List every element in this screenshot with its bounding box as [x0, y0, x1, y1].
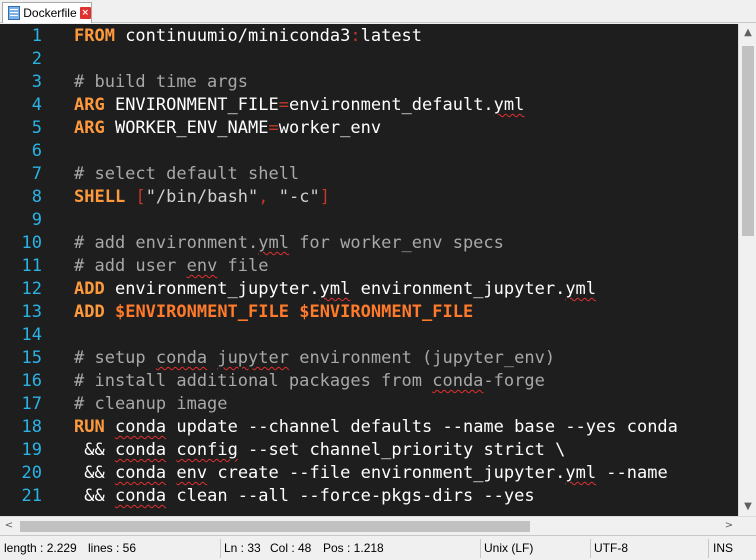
code-text[interactable]: ADD environment_jupyter.yml environment_…	[74, 278, 596, 301]
code-editor[interactable]: 1 FROM continuumio/miniconda3:latest 2 3 # b…	[0, 24, 738, 516]
status-lines: lines : 56	[88, 541, 137, 555]
line-number: 9	[31, 210, 42, 230]
status-insert-mode[interactable]: INS	[713, 536, 733, 560]
line-number: 18	[21, 417, 42, 437]
code-line[interactable]: 8 SHELL ["/bin/bash", "-c"]	[0, 186, 738, 209]
tab-bar: Dockerfile ×	[0, 0, 756, 23]
line-number: 21	[21, 486, 42, 506]
status-bar: length : 2.229 lines : 56 Ln : 33 Col : …	[0, 535, 756, 560]
code-line[interactable]: 2	[0, 48, 738, 71]
code-text[interactable]: # setup conda jupyter environment (jupyt…	[74, 347, 555, 370]
line-number: 5	[31, 118, 42, 138]
scroll-up-icon[interactable]: ▲	[739, 24, 756, 42]
scroll-left-icon[interactable]: <	[0, 517, 18, 535]
line-number: 7	[31, 164, 42, 184]
code-line[interactable]: 9	[0, 209, 738, 232]
tab-label: Dockerfile	[23, 6, 77, 20]
line-number: 19	[21, 440, 42, 460]
close-icon[interactable]: ×	[79, 7, 91, 19]
horizontal-scrollbar[interactable]: < >	[0, 516, 756, 535]
code-line[interactable]: 5 ARG WORKER_ENV_NAME=worker_env	[0, 117, 738, 140]
status-column: Col : 48	[270, 541, 312, 555]
code-text[interactable]: ADD $ENVIRONMENT_FILE $ENVIRONMENT_FILE	[74, 301, 473, 324]
line-number: 13	[21, 302, 42, 322]
status-length: length : 2.229	[4, 541, 77, 555]
code-text[interactable]: # cleanup image	[74, 393, 228, 416]
code-line[interactable]: 15 # setup conda jupyter environment (jup…	[0, 347, 738, 370]
line-number: 15	[21, 348, 42, 368]
code-text[interactable]: # select default shell	[74, 163, 299, 186]
line-number: 10	[21, 233, 42, 253]
code-line[interactable]: 14	[0, 324, 738, 347]
code-line[interactable]: 1 FROM continuumio/miniconda3:latest	[0, 25, 738, 48]
code-line[interactable]: 6	[0, 140, 738, 163]
file-icon	[7, 6, 20, 20]
line-number: 4	[31, 95, 42, 115]
line-number: 20	[21, 463, 42, 483]
tab-dockerfile[interactable]: Dockerfile ×	[2, 2, 92, 23]
horizontal-scroll-thumb[interactable]	[20, 521, 530, 532]
status-position: Pos : 1.218	[323, 541, 384, 555]
code-line[interactable]: 13 ADD $ENVIRONMENT_FILE $ENVIRONMENT_FIL…	[0, 301, 738, 324]
code-line[interactable]: 11 # add user env file	[0, 255, 738, 278]
line-number: 6	[31, 141, 42, 161]
status-line: Ln : 33	[224, 541, 261, 555]
code-text[interactable]: # add environment.yml for worker_env spe…	[74, 232, 504, 255]
code-text[interactable]: FROM continuumio/miniconda3:latest	[74, 25, 422, 48]
code-line[interactable]: 10 # add environment.yml for worker_env s…	[0, 232, 738, 255]
code-line[interactable]: 19 && conda config --set channel_priorit…	[0, 439, 738, 462]
line-number: 11	[21, 256, 42, 276]
line-number: 8	[31, 187, 42, 207]
code-line[interactable]: 12 ADD environment_jupyter.yml environmen…	[0, 278, 738, 301]
code-text[interactable]: && conda config --set channel_priority s…	[74, 439, 565, 462]
code-text[interactable]: # install additional packages from conda…	[74, 370, 545, 393]
code-line[interactable]: 4 ARG ENVIRONMENT_FILE=environment_defaul…	[0, 94, 738, 117]
code-line[interactable]: 3 # build time args	[0, 71, 738, 94]
code-line[interactable]: 21 && conda clean --all --force-pkgs-dir…	[0, 485, 738, 508]
line-number: 17	[21, 394, 42, 414]
code-text[interactable]: SHELL ["/bin/bash", "-c"]	[74, 186, 330, 209]
code-text[interactable]: && conda clean --all --force-pkgs-dirs -…	[74, 485, 534, 508]
line-number: 1	[31, 26, 42, 46]
line-number: 12	[21, 279, 42, 299]
code-text[interactable]: ARG WORKER_ENV_NAME=worker_env	[74, 117, 381, 140]
line-number: 2	[31, 49, 42, 69]
status-eol[interactable]: Unix (LF)	[484, 536, 533, 560]
line-number: 16	[21, 371, 42, 391]
code-text[interactable]: && conda env create --file environment_j…	[74, 462, 667, 485]
code-text[interactable]: RUN conda update --channel defaults --na…	[74, 416, 678, 439]
code-text[interactable]: # build time args	[74, 71, 248, 94]
vertical-scroll-thumb[interactable]	[742, 46, 754, 236]
code-line[interactable]: 20 && conda env create --file environmen…	[0, 462, 738, 485]
status-encoding[interactable]: UTF-8	[594, 536, 628, 560]
scroll-right-icon[interactable]: >	[720, 517, 738, 535]
code-line[interactable]: 16 # install additional packages from con…	[0, 370, 738, 393]
code-text[interactable]: ARG ENVIRONMENT_FILE=environment_default…	[74, 94, 524, 117]
scroll-down-icon[interactable]: ▼	[739, 498, 756, 516]
line-number: 3	[31, 72, 42, 92]
line-number: 14	[21, 325, 42, 345]
code-line[interactable]: 18 RUN conda update --channel defaults --…	[0, 416, 738, 439]
code-line[interactable]: 7 # select default shell	[0, 163, 738, 186]
vertical-scrollbar[interactable]: ▲ ▼	[738, 24, 756, 516]
code-line[interactable]: 17 # cleanup image	[0, 393, 738, 416]
code-text[interactable]: # add user env file	[74, 255, 269, 278]
